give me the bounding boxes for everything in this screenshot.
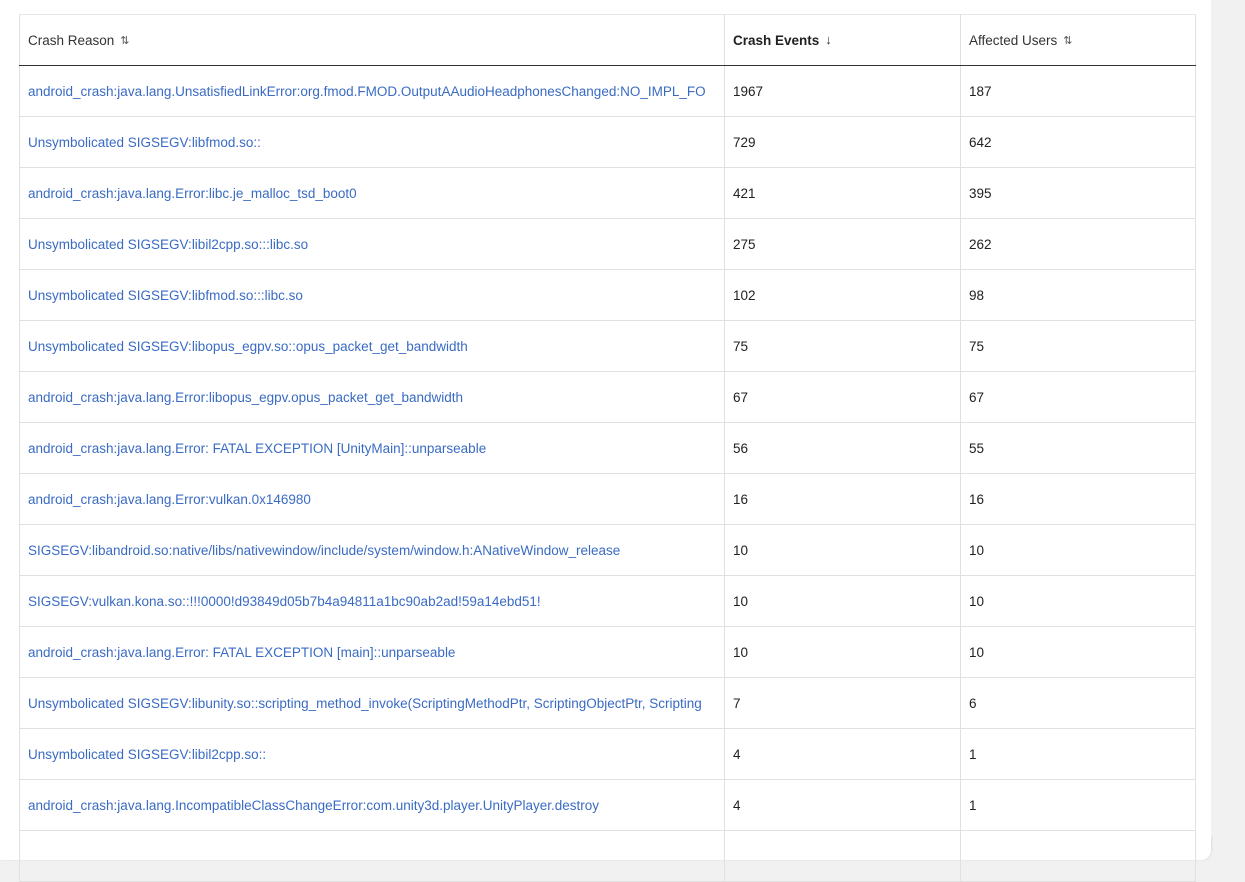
crash-events-cell: 16 — [724, 473, 961, 525]
crash-reason-link[interactable]: android_crash:java.lang.IncompatibleClas… — [19, 779, 725, 831]
column-header-crash-reason[interactable]: Crash Reason ⇅ — [19, 14, 725, 66]
crash-events-cell: 10 — [724, 524, 961, 576]
table-row: android_crash:java.lang.Error:libopus_eg… — [19, 371, 1196, 423]
crash-events-cell — [724, 830, 961, 882]
affected-users-cell: 98 — [960, 269, 1196, 321]
affected-users-cell: 55 — [960, 422, 1196, 474]
affected-users-cell: 262 — [960, 218, 1196, 270]
crash-events-cell: 56 — [724, 422, 961, 474]
crash-events-cell: 10 — [724, 575, 961, 627]
table-row: android_crash:java.lang.Error:vulkan.0x1… — [19, 473, 1196, 525]
table-body: android_crash:java.lang.UnsatisfiedLinkE… — [19, 65, 1196, 882]
table-header: Crash Reason ⇅ Crash Events ↓ Affected Use… — [19, 14, 1196, 66]
page-background-gutter — [1211, 0, 1245, 836]
affected-users-cell: 16 — [960, 473, 1196, 525]
sort-descending-icon: ↓ — [825, 32, 832, 47]
column-label: Affected Users — [969, 32, 1058, 48]
crash-events-cell: 67 — [724, 371, 961, 423]
crash-events-cell: 4 — [724, 728, 961, 780]
table-row: android_crash:java.lang.Error:libc.je_ma… — [19, 167, 1196, 219]
affected-users-cell: 6 — [960, 677, 1196, 729]
crash-reason-link[interactable]: android_crash:java.lang.Error:libopus_eg… — [19, 371, 725, 423]
table-row: android_crash:java.lang.IncompatibleClas… — [19, 779, 1196, 831]
crash-events-cell: 75 — [724, 320, 961, 372]
table-row: SIGSEGV:vulkan.kona.so::!!!0000!d93849d0… — [19, 575, 1196, 627]
affected-users-cell: 642 — [960, 116, 1196, 168]
crash-events-cell: 1967 — [724, 65, 961, 117]
table-row: android_crash:java.lang.Error: FATAL EXC… — [19, 422, 1196, 474]
affected-users-cell: 10 — [960, 524, 1196, 576]
column-label: Crash Events — [733, 33, 820, 48]
affected-users-cell: 1 — [960, 728, 1196, 780]
crash-reason-link[interactable]: android_crash:java.lang.UnsatisfiedLinkE… — [19, 65, 725, 117]
crash-events-cell: 102 — [724, 269, 961, 321]
affected-users-cell: 67 — [960, 371, 1196, 423]
table-row: Unsymbolicated SIGSEGV:libfmod.so:: 729 64… — [19, 116, 1196, 168]
table-row: Unsymbolicated SIGSEGV:libunity.so::scri… — [19, 677, 1196, 729]
table-row: Unsymbolicated SIGSEGV:libil2cpp.so:::li… — [19, 218, 1196, 270]
column-label: Crash Reason — [28, 32, 115, 48]
crash-events-cell: 10 — [724, 626, 961, 678]
table-row: Unsymbolicated SIGSEGV:libil2cpp.so:: 4 1 — [19, 728, 1196, 780]
table-row: SIGSEGV:libandroid.so:native/libs/native… — [19, 524, 1196, 576]
crash-reason-link[interactable]: Unsymbolicated SIGSEGV:libil2cpp.so:::li… — [19, 218, 725, 270]
sort-both-icon: ⇅ — [1063, 34, 1073, 47]
crash-table-card: Crash Reason ⇅ Crash Events ↓ Affected Use… — [0, 0, 1211, 882]
crash-reason-link[interactable]: android_crash:java.lang.Error:vulkan.0x1… — [19, 473, 725, 525]
crash-events-cell: 4 — [724, 779, 961, 831]
crash-reason-link[interactable]: android_crash:java.lang.Error:libc.je_ma… — [19, 167, 725, 219]
crash-reason-link[interactable]: android_crash:java.lang.Error: FATAL EXC… — [19, 422, 725, 474]
crash-events-cell: 421 — [724, 167, 961, 219]
affected-users-cell: 395 — [960, 167, 1196, 219]
affected-users-cell: 1 — [960, 779, 1196, 831]
crash-reason-link[interactable]: SIGSEGV:libandroid.so:native/libs/native… — [19, 524, 725, 576]
table-row: android_crash:java.lang.UnsatisfiedLinkE… — [19, 65, 1196, 117]
crash-reason-link — [19, 830, 725, 882]
crash-reason-link[interactable]: Unsymbolicated SIGSEGV:libfmod.so:: — [19, 116, 725, 168]
crash-reason-link[interactable]: Unsymbolicated SIGSEGV:libunity.so::scri… — [19, 677, 725, 729]
crash-reasons-table: Crash Reason ⇅ Crash Events ↓ Affected Use… — [19, 14, 1196, 882]
affected-users-cell: 187 — [960, 65, 1196, 117]
affected-users-cell: 10 — [960, 575, 1196, 627]
affected-users-cell: 75 — [960, 320, 1196, 372]
table-row: android_crash:java.lang.Error: FATAL EXC… — [19, 626, 1196, 678]
column-header-affected-users[interactable]: Affected Users ⇅ — [960, 14, 1196, 66]
affected-users-cell — [960, 830, 1196, 882]
column-header-crash-events[interactable]: Crash Events ↓ — [724, 14, 961, 66]
table-row: Unsymbolicated SIGSEGV:libopus_egpv.so::… — [19, 320, 1196, 372]
crash-reason-link[interactable]: SIGSEGV:vulkan.kona.so::!!!0000!d93849d0… — [19, 575, 725, 627]
crash-events-cell: 729 — [724, 116, 961, 168]
table-row: Unsymbolicated SIGSEGV:libfmod.so:::libc… — [19, 269, 1196, 321]
crash-reason-link[interactable]: Unsymbolicated SIGSEGV:libil2cpp.so:: — [19, 728, 725, 780]
crash-events-cell: 275 — [724, 218, 961, 270]
table-row — [19, 830, 1196, 882]
crash-events-cell: 7 — [724, 677, 961, 729]
sort-both-icon: ⇅ — [120, 34, 130, 47]
affected-users-cell: 10 — [960, 626, 1196, 678]
crash-reason-link[interactable]: android_crash:java.lang.Error: FATAL EXC… — [19, 626, 725, 678]
crash-reason-link[interactable]: Unsymbolicated SIGSEGV:libfmod.so:::libc… — [19, 269, 725, 321]
crash-reason-link[interactable]: Unsymbolicated SIGSEGV:libopus_egpv.so::… — [19, 320, 725, 372]
